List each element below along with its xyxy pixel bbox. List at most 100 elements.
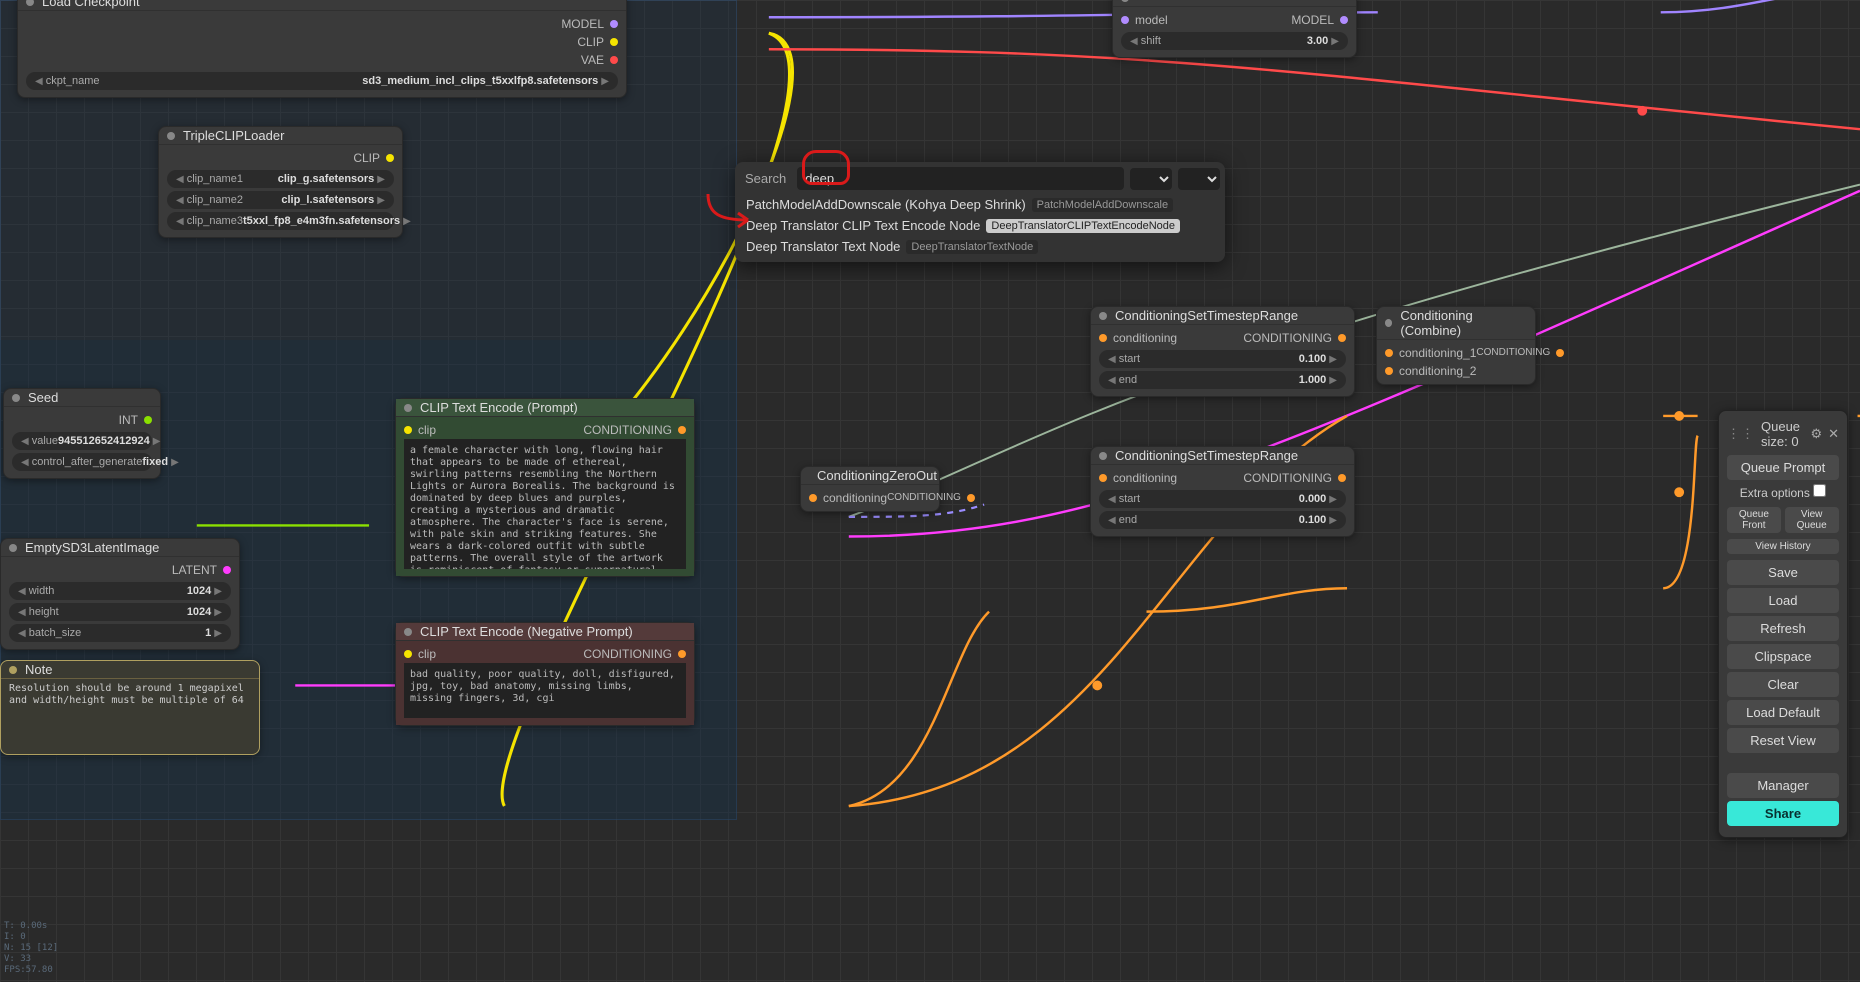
port-latent-out[interactable]: [223, 566, 231, 574]
node-clip-text-encode-positive[interactable]: CLIP Text Encode (Prompt) clip CONDITION…: [395, 398, 695, 577]
chevron-left-icon[interactable]: ◀: [18, 457, 32, 468]
clipspace-button[interactable]: Clipspace: [1727, 644, 1839, 669]
port-conditioning-in[interactable]: [1099, 334, 1107, 342]
chevron-right-icon[interactable]: ▶: [374, 195, 388, 206]
chevron-right-icon[interactable]: ▶: [598, 76, 612, 87]
node-note[interactable]: Note Resolution should be around 1 megap…: [0, 660, 260, 755]
node-search-popup[interactable]: Search PatchModelAddDownscale (Kohya Dee…: [735, 162, 1225, 262]
widget-value[interactable]: ◀ value 945512652412924 ▶: [12, 432, 152, 450]
chevron-left-icon[interactable]: ◀: [173, 216, 187, 227]
port-conditioning-out[interactable]: [1338, 334, 1346, 342]
load-default-button[interactable]: Load Default: [1727, 700, 1839, 725]
port-conditioning-out[interactable]: [967, 494, 975, 502]
search-input[interactable]: [797, 167, 1124, 190]
port-clip-out[interactable]: [610, 38, 618, 46]
clear-button[interactable]: Clear: [1727, 672, 1839, 697]
control-panel[interactable]: ⋮⋮ Queue size: 0 ⚙ ✕ Queue Prompt Extra …: [1718, 410, 1848, 838]
prompt-textarea[interactable]: [404, 439, 686, 569]
chevron-left-icon[interactable]: ◀: [1105, 494, 1119, 505]
search-result[interactable]: Deep Translator Text Node DeepTranslator…: [740, 236, 1220, 257]
reset-view-button[interactable]: Reset View: [1727, 728, 1839, 753]
search-filter-1[interactable]: [1130, 168, 1172, 190]
search-result[interactable]: Deep Translator CLIP Text Encode Node De…: [740, 215, 1220, 236]
chevron-right-icon[interactable]: ▶: [1328, 36, 1342, 47]
port-conditioning-out[interactable]: [678, 650, 686, 658]
queue-prompt-button[interactable]: Queue Prompt: [1727, 455, 1839, 480]
node-conditioning-timestep-range-2[interactable]: ConditioningSetTimestepRange conditionin…: [1090, 446, 1355, 537]
widget-start[interactable]: ◀ start 0.100 ▶: [1099, 350, 1346, 368]
widget-control_after_generate[interactable]: ◀ control_after_generate fixed ▶: [12, 453, 152, 471]
node-seed[interactable]: Seed INT ◀ value 945512652412924 ▶ ◀ con…: [3, 388, 161, 479]
port-clip-out[interactable]: [386, 154, 394, 162]
drag-handle-icon[interactable]: ⋮⋮: [1727, 426, 1755, 442]
node-conditioning-timestep-range-1[interactable]: ConditioningSetTimestepRange conditionin…: [1090, 306, 1355, 397]
chevron-left-icon[interactable]: ◀: [1127, 36, 1141, 47]
search-result[interactable]: PatchModelAddDownscale (Kohya Deep Shrin…: [740, 194, 1220, 215]
port-conditioning-in[interactable]: [809, 494, 817, 502]
chevron-right-icon[interactable]: ▶: [1326, 494, 1340, 505]
port-clip-in[interactable]: [404, 426, 412, 434]
widget-shift[interactable]: ◀ shift 3.00 ▶: [1121, 32, 1348, 50]
widget-width[interactable]: ◀ width 1024 ▶: [9, 582, 231, 600]
chevron-right-icon[interactable]: ▶: [400, 216, 414, 227]
port-model-out[interactable]: [1340, 16, 1348, 24]
node-clip-text-encode-negative[interactable]: CLIP Text Encode (Negative Prompt) clip …: [395, 622, 695, 726]
chevron-left-icon[interactable]: ◀: [1105, 375, 1119, 386]
port-conditioning-2-in[interactable]: [1385, 367, 1393, 375]
chevron-left-icon[interactable]: ◀: [15, 607, 29, 618]
extra-options-checkbox[interactable]: [1813, 484, 1826, 497]
chevron-right-icon[interactable]: ▶: [211, 607, 225, 618]
widget-start[interactable]: ◀ start 0.000 ▶: [1099, 490, 1346, 508]
ckpt-name-widget[interactable]: ◀ ckpt_name sd3_medium_incl_clips_t5xxlf…: [26, 72, 618, 90]
share-button[interactable]: Share: [1727, 801, 1839, 826]
chevron-right-icon[interactable]: ▶: [1326, 354, 1340, 365]
chevron-right-icon[interactable]: ▶: [168, 457, 182, 468]
chevron-right-icon[interactable]: ▶: [211, 586, 225, 597]
refresh-button[interactable]: Refresh: [1727, 616, 1839, 641]
chevron-left-icon[interactable]: ◀: [15, 628, 29, 639]
port-conditioning-out[interactable]: [1556, 349, 1564, 357]
widget-batch_size[interactable]: ◀ batch_size 1 ▶: [9, 624, 231, 642]
load-button[interactable]: Load: [1727, 588, 1839, 613]
view-queue-button[interactable]: View Queue: [1785, 507, 1839, 533]
port-model-out[interactable]: [610, 20, 618, 28]
chevron-left-icon[interactable]: ◀: [173, 174, 187, 185]
widget-clip_name3[interactable]: ◀ clip_name3 t5xxl_fp8_e4m3fn.safetensor…: [167, 212, 394, 230]
node-load-checkpoint[interactable]: Load Checkpoint MODEL CLIP VAE ◀ ckpt_na…: [17, 0, 627, 98]
port-conditioning-in[interactable]: [1099, 474, 1107, 482]
port-int-out[interactable]: [144, 416, 152, 424]
widget-height[interactable]: ◀ height 1024 ▶: [9, 603, 231, 621]
view-history-button[interactable]: View History: [1727, 539, 1839, 554]
chevron-left-icon[interactable]: ◀: [173, 195, 187, 206]
port-conditioning-out[interactable]: [678, 426, 686, 434]
chevron-right-icon[interactable]: ▶: [1326, 375, 1340, 386]
widget-clip_name1[interactable]: ◀ clip_name1 clip_g.safetensors ▶: [167, 170, 394, 188]
chevron-left-icon[interactable]: ◀: [15, 586, 29, 597]
manager-button[interactable]: Manager: [1727, 773, 1839, 798]
port-clip-in[interactable]: [404, 650, 412, 658]
negative-prompt-textarea[interactable]: [404, 663, 686, 718]
chevron-right-icon[interactable]: ▶: [374, 174, 388, 185]
chevron-right-icon[interactable]: ▶: [150, 436, 164, 447]
chevron-right-icon[interactable]: ▶: [211, 628, 225, 639]
chevron-left-icon[interactable]: ◀: [1105, 515, 1119, 526]
close-icon[interactable]: ✕: [1828, 426, 1839, 442]
gear-icon[interactable]: ⚙: [1810, 426, 1822, 442]
chevron-left-icon[interactable]: ◀: [32, 76, 46, 87]
node-empty-latent[interactable]: EmptySD3LatentImage LATENT ◀ width 1024 …: [0, 538, 240, 650]
node-conditioning-combine[interactable]: Conditioning (Combine) conditioning_1 CO…: [1376, 306, 1536, 385]
node-conditioning-zero-out[interactable]: ConditioningZeroOut conditioning CONDITI…: [800, 466, 940, 512]
widget-clip_name2[interactable]: ◀ clip_name2 clip_l.safetensors ▶: [167, 191, 394, 209]
port-conditioning-1-in[interactable]: [1385, 349, 1393, 357]
node-triple-clip-loader[interactable]: TripleCLIPLoader CLIP ◀ clip_name1 clip_…: [158, 126, 403, 238]
port-model-in[interactable]: [1121, 16, 1129, 24]
save-button[interactable]: Save: [1727, 560, 1839, 585]
widget-end[interactable]: ◀ end 1.000 ▶: [1099, 371, 1346, 389]
queue-front-button[interactable]: Queue Front: [1727, 507, 1781, 533]
chevron-left-icon[interactable]: ◀: [1105, 354, 1119, 365]
widget-end[interactable]: ◀ end 0.100 ▶: [1099, 511, 1346, 529]
node-model-sampling[interactable]: model MODEL ◀ shift 3.00 ▶: [1112, 0, 1357, 58]
port-conditioning-out[interactable]: [1338, 474, 1346, 482]
chevron-left-icon[interactable]: ◀: [18, 436, 32, 447]
port-vae-out[interactable]: [610, 56, 618, 64]
